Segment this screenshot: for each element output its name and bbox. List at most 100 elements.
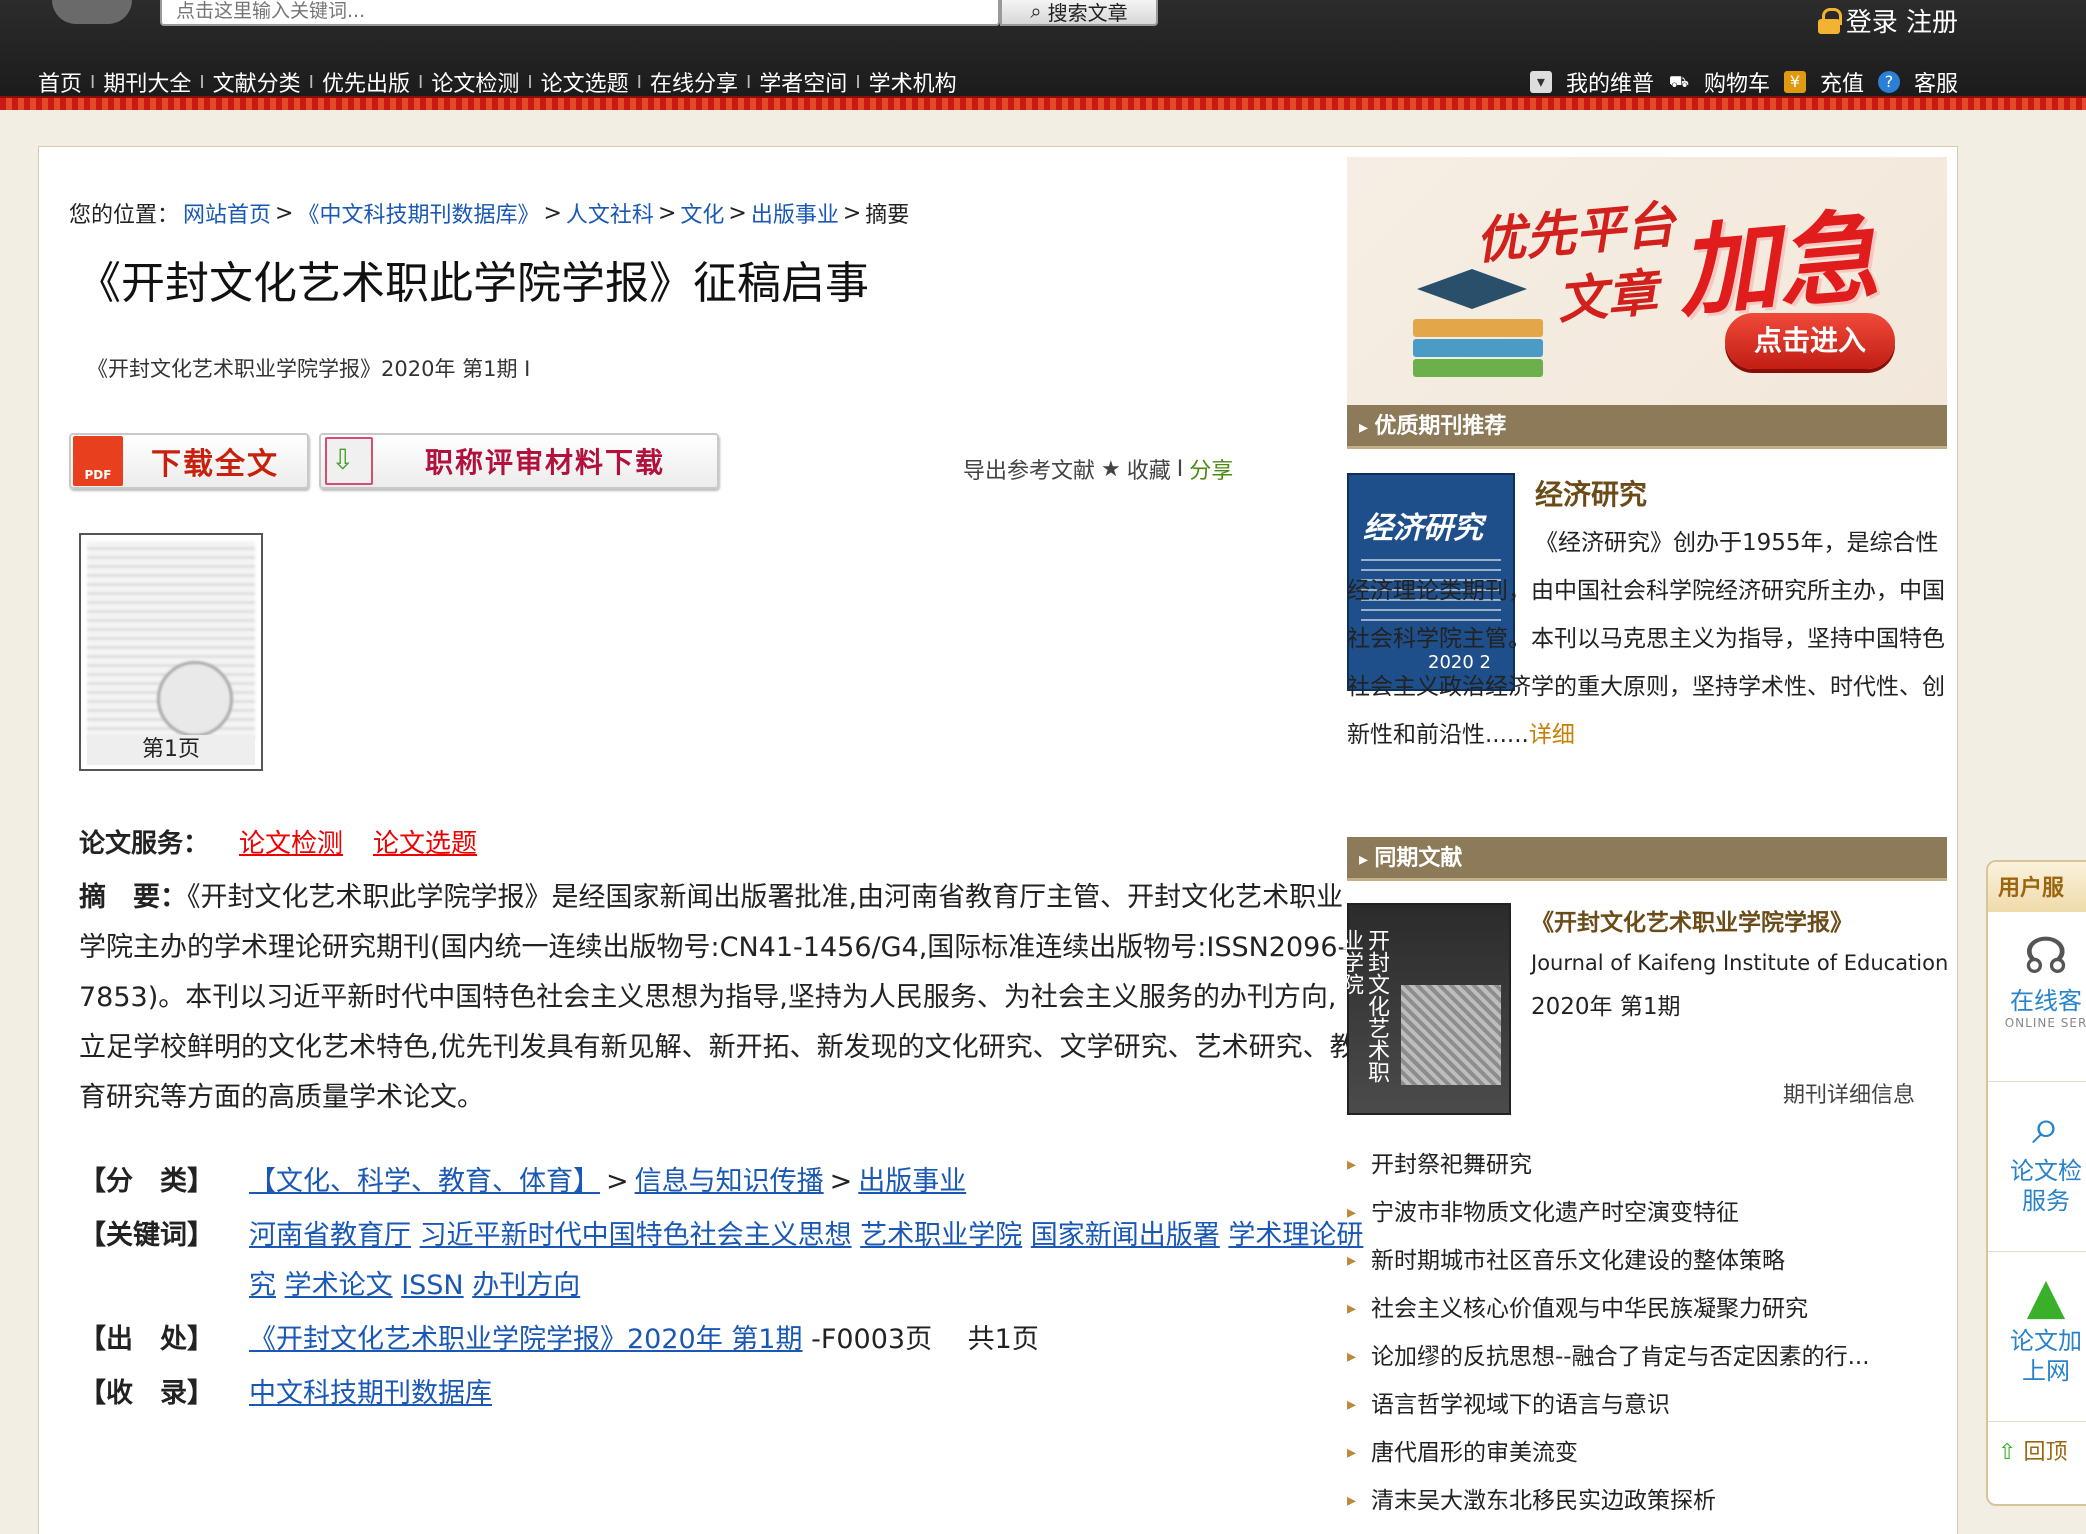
list-item[interactable]: 语言哲学视域下的语言与意识 [1347,1381,1957,1429]
keyword-link[interactable]: ISSN [401,1270,463,1301]
nav-topic[interactable]: 论文选题 [541,66,629,98]
paper-services: 论文服务： 论文检测 论文选题 [79,823,477,860]
abstract-text: 《开封文化艺术职此学院学报》是经国家新闻出版署批准,由河南省教育厅主管、开封文化… [79,882,1357,1113]
nav-share[interactable]: 在线分享 [650,66,738,98]
document-download-icon [325,437,373,485]
star-icon: ★ [1101,456,1121,482]
nav-institution[interactable]: 学术机构 [869,66,957,98]
same-journal-cover[interactable]: 开封文化艺术职业学院 [1338,903,1511,1115]
check-service-sub: 服务 [2022,1187,2070,1215]
recommend-journal-desc: 《经济研究》创办于1955年，是综合性经济理论类期刊，由中国社会科学院经济研究所… [1347,519,1947,759]
recommend-journal-title[interactable]: 经济研究 [1535,473,1647,513]
same-issue-list: 开封祭祀舞研究 宁波市非物质文化遗产时空演变特征 新时期城市社区音乐文化建设的整… [1347,1141,1957,1525]
login-label: 登录 注册 [1845,8,1958,38]
service-topic-link[interactable]: 论文选题 [373,823,477,860]
recommend-more-link[interactable]: 详细 [1529,722,1575,748]
nav-service[interactable]: 客服 [1914,66,1958,98]
nav-recharge[interactable]: 充值 [1820,66,1864,98]
graduation-cap-icon [1403,269,1543,379]
breadcrumb: 您的位置： 网站首页 > 《中文科技期刊数据库》 > 人文社科 > 文化 > 出版事业 >… [69,197,909,229]
search-input[interactable] [160,0,1000,26]
page-thumbnail[interactable]: 第1页 [79,533,263,771]
category-link-1[interactable]: 【文化、科学、教育、体育】 [249,1166,600,1197]
nav-priority[interactable]: 优先出版 [322,66,410,98]
nav-categories[interactable]: 文献分类 [213,66,301,98]
headset-icon: ☊ [2023,927,2069,985]
breadcrumb-home[interactable]: 网站首页 [183,197,271,229]
breadcrumb-social[interactable]: 人文社科 [566,197,654,229]
export-citation-link[interactable]: 导出参考文献 [963,453,1095,485]
priority-publish-banner[interactable]: 优先平台 文章 加急 点击进入 [1347,157,1947,407]
keyword-link[interactable]: 办刊方向 [472,1270,580,1301]
article-tools: 导出参考文献 ★ 收藏 I 分享 [963,453,1233,485]
indexed-database-link[interactable]: 中文科技期刊数据库 [249,1378,492,1409]
back-label: 回顶 [2023,1440,2068,1465]
paper-check-service-button[interactable]: ⌕ 论文检 服务 [1988,1082,2086,1252]
thumbnail-caption: 第1页 [87,735,255,765]
banner-enter-button[interactable]: 点击进入 [1725,313,1895,369]
same-journal-title[interactable]: 《开封文化艺术职业学院学报》 [1531,903,1853,937]
title-material-download-button[interactable]: 职称评审材料下载 [319,433,719,489]
arrow-up-icon: ▲ [2026,1267,2066,1325]
site-logo[interactable] [52,0,132,24]
pdf-icon: PDF [73,436,123,486]
category-link-3[interactable]: 出版事业 [858,1166,966,1197]
back-to-top-button[interactable]: ⇧ 回顶 [1988,1422,2086,1474]
keyword-link[interactable]: 学术论文 [285,1270,393,1301]
nav-journals[interactable]: 期刊大全 [103,66,191,98]
speedup-sub: 上网 [2022,1357,2070,1385]
header-stripe [0,96,2086,110]
material-label: 职称评审材料下载 [424,446,665,479]
dropdown-icon: ▾ [1529,71,1552,93]
list-item[interactable]: 宁波市非物质文化遗产时空演变特征 [1347,1189,1957,1237]
service-check-link[interactable]: 论文检测 [239,823,343,860]
arrow-up-small-icon: ⇧ [1998,1440,2017,1465]
nav-home[interactable]: 首页 [38,66,82,98]
tools-separator: I [1176,456,1184,482]
journal-detail-link[interactable]: 期刊详细信息 [1783,1077,1915,1109]
breadcrumb-publishing[interactable]: 出版事业 [751,197,839,229]
paper-speedup-button[interactable]: ▲ 论文加 上网 [1988,1252,2086,1422]
source-journal-link[interactable]: 《开封文化艺术职业学院学报》2020年 第1期 [249,1324,802,1355]
nav-check[interactable]: 论文检测 [431,66,519,98]
meta-indexed-row: 【收 录】 中文科技期刊数据库 [79,1369,1379,1419]
keyword-link[interactable]: 艺术职业学院 [860,1220,1022,1251]
share-link[interactable]: 分享 [1189,453,1233,485]
abstract: 摘 要：《开封文化艺术职此学院学报》是经国家新闻出版署批准,由河南省教育厅主管、… [79,873,1359,1123]
list-item[interactable]: 开封祭祀舞研究 [1347,1141,1957,1189]
source-line: 《开封文化艺术职业学院学报》2020年 第1期 I [87,357,531,381]
online-service-button[interactable]: ☊ 在线客 ONLINE SER [1988,912,2086,1082]
download-fulltext-button[interactable]: PDF 下载全文 [69,433,309,489]
keyword-link[interactable]: 河南省教育厅 [249,1220,411,1251]
user-nav: ▾ 我的维普 ⛟ 购物车 ¥ 充值 ? 客服 [1529,66,1958,98]
keyword-link[interactable]: 国家新闻出版署 [1031,1220,1220,1251]
collect-link[interactable]: 收藏 [1127,453,1171,485]
list-item[interactable]: 论加缪的反抗思想--融合了肯定与否定因素的行... [1347,1333,1957,1381]
top-bar: ⌕ 搜索文章 登录 注册 首页I 期刊大全I 文献分类I 优先出版I 论文检测I… [0,0,2086,110]
nav-my-vip[interactable]: 我的维普 [1566,66,1654,98]
breadcrumb-database[interactable]: 《中文科技期刊数据库》 [297,197,539,229]
recommend-text: 《经济研究》创办于1955年，是综合性经济理论类期刊，由中国社会科学院经济研究所… [1347,530,1945,748]
breadcrumb-culture[interactable]: 文化 [680,197,724,229]
keyword-link[interactable]: 习近平新时代中国特色社会主义思想 [420,1220,852,1251]
same-journal-en-title: Journal of Kaifeng Institute of Educatio… [1531,951,1949,975]
login-register-link[interactable]: 登录 注册 [1817,2,1958,39]
recommend-section-head: 优质期刊推荐 [1347,405,1947,449]
meta-source-row: 【出 处】 《开封文化艺术职业学院学报》2020年 第1期 -F0003页 共1… [79,1315,1379,1365]
search-button-label: 搜索文章 [1047,0,1128,25]
article-meta: 【分 类】 【文化、科学、教育、体育】 > 信息与知识传播 > 出版事业 【关键词】 河… [79,1157,1379,1423]
search-button[interactable]: ⌕ 搜索文章 [1000,0,1158,26]
category-link-2[interactable]: 信息与知识传播 [635,1166,824,1197]
recharge-icon: ¥ [1783,71,1806,93]
thumbnail-image [87,541,255,741]
list-item[interactable]: 新时期城市社区音乐文化建设的整体策略 [1347,1237,1957,1285]
keywords-label: 【关键词】 [79,1220,214,1251]
check-service-label: 论文检 [2010,1157,2082,1185]
list-item[interactable]: 社会主义核心价值观与中华民族凝聚力研究 [1347,1285,1957,1333]
speedup-label: 论文加 [2010,1327,2082,1355]
list-item[interactable]: 清末吴大澂东北移民实边政策探析 [1347,1477,1957,1525]
nav-cart[interactable]: 购物车 [1704,66,1770,98]
online-service-sub: ONLINE SER [2004,1016,2086,1030]
nav-scholar[interactable]: 学者空间 [759,66,847,98]
list-item[interactable]: 唐代眉形的审美流变 [1347,1429,1957,1477]
